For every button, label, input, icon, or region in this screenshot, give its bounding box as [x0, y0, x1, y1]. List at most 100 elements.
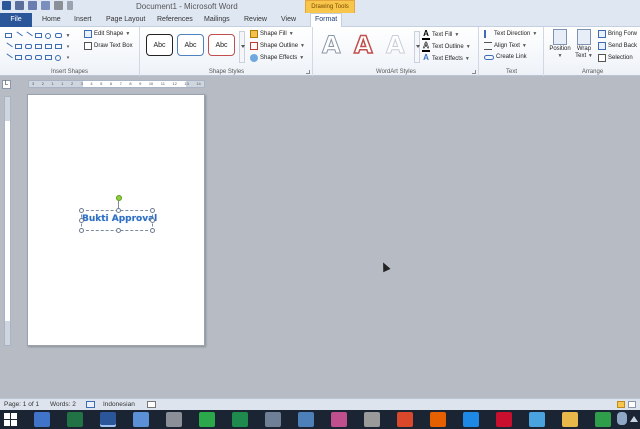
shape-star[interactable]	[53, 52, 63, 63]
resize-handle-top-left[interactable]	[79, 208, 84, 213]
tab-format[interactable]: Format	[310, 13, 343, 27]
wordart-gallery-scroll[interactable]	[414, 31, 420, 63]
shape-rectangle[interactable]	[3, 30, 13, 41]
resize-handle-bottom[interactable]	[116, 228, 121, 233]
shape-outline-button[interactable]: Shape Outline ▼	[250, 42, 305, 50]
shape-arrow-right[interactable]	[43, 41, 53, 52]
word-app-icon[interactable]	[2, 1, 11, 10]
shape-rect-2[interactable]	[33, 30, 43, 41]
rotation-handle[interactable]	[116, 195, 122, 201]
shape-flow[interactable]	[53, 41, 63, 52]
show-hidden-icons-icon[interactable]	[630, 416, 638, 422]
undo-icon[interactable]	[28, 1, 37, 10]
selection-pane-button[interactable]: Selection	[598, 54, 633, 62]
app-monitor[interactable]	[298, 412, 314, 427]
shape-style-black[interactable]: Abc	[146, 34, 173, 56]
shape-bracket[interactable]	[13, 52, 23, 63]
app-gray[interactable]	[166, 412, 182, 427]
shape-elbow[interactable]	[3, 41, 13, 52]
shape-curve[interactable]	[23, 41, 33, 52]
app-photos[interactable]	[529, 412, 545, 427]
shape-freeform[interactable]	[3, 52, 13, 63]
camtasia-app[interactable]	[199, 412, 215, 427]
wordart-style-red[interactable]: A	[353, 31, 373, 59]
shape-style-blue[interactable]: Abc	[177, 34, 204, 56]
text-fill-button[interactable]: A Text Fill ▼	[422, 30, 459, 40]
shape-left-brace[interactable]	[23, 52, 33, 63]
text-effects-button[interactable]: A Text Effects ▼	[422, 54, 470, 64]
resize-handle-left[interactable]	[79, 218, 84, 223]
document-page[interactable]: Bukti Approval	[27, 94, 205, 346]
macro-recording-icon[interactable]	[147, 401, 156, 408]
resize-handle-bottom-right[interactable]	[150, 228, 155, 233]
resize-handle-bottom-left[interactable]	[79, 228, 84, 233]
shape-circle[interactable]	[43, 30, 53, 41]
wordart-text[interactable]: Bukti Approval	[82, 214, 157, 224]
tab-page-layout[interactable]: Page Layout	[102, 14, 149, 27]
firefox-app[interactable]	[430, 412, 446, 427]
tab-references[interactable]: References	[153, 14, 197, 27]
full-screen-view-icon[interactable]	[628, 401, 636, 408]
app-chess[interactable]	[364, 412, 380, 427]
shapes-more[interactable]: ▼	[63, 30, 73, 41]
shape-arrow[interactable]	[23, 30, 33, 41]
shape-line[interactable]	[13, 30, 23, 41]
windows-explorer-app[interactable]	[34, 412, 50, 427]
start-button[interactable]	[4, 413, 18, 427]
wrap-text-button[interactable]: Wrap Text ▼	[573, 29, 595, 60]
tab-mailings[interactable]: Mailings	[200, 14, 234, 27]
tab-view[interactable]: View	[277, 14, 300, 27]
language[interactable]: Indonesian	[103, 401, 135, 408]
file-explorer-app[interactable]	[562, 412, 578, 427]
align-text-button[interactable]: Align Text ▼	[484, 42, 527, 50]
resize-handle-top-right[interactable]	[150, 208, 155, 213]
wordart-style-outline[interactable]: A	[322, 32, 342, 59]
shape-triangle[interactable]	[13, 41, 23, 52]
shape-right-brace[interactable]	[33, 52, 43, 63]
edit-shape-button[interactable]: Edit Shape ▼	[84, 30, 130, 38]
shape-effects-button[interactable]: Shape Effects ▼	[250, 54, 304, 62]
shape-fill-button[interactable]: Shape Fill ▼	[250, 30, 294, 38]
tab-home[interactable]: Home	[38, 14, 65, 27]
text-outline-button[interactable]: A Text Outline ▼	[422, 41, 471, 52]
shape-expand[interactable]: ▾	[63, 52, 73, 63]
app-blue-tile[interactable]	[133, 412, 149, 427]
chrome-app[interactable]	[397, 412, 413, 427]
camtasia-recorder-app[interactable]	[595, 412, 611, 427]
vertical-ruler[interactable]	[4, 96, 11, 346]
app-green-frame[interactable]	[232, 412, 248, 427]
shape-style-red[interactable]: Abc	[208, 34, 235, 56]
print-layout-view-icon[interactable]	[617, 401, 625, 408]
app-colorful[interactable]	[331, 412, 347, 427]
send-backward-button[interactable]: Send Back	[598, 42, 637, 50]
word-app[interactable]	[100, 412, 116, 427]
horizontal-ruler[interactable]: 3 2 1 1 2 3 4 5 6 7 8 9 10 11 12 13 14	[28, 80, 205, 88]
tab-file[interactable]: File	[0, 13, 32, 27]
word-count[interactable]: Words: 2	[50, 401, 76, 408]
text-direction-button[interactable]: Text Direction ▼	[484, 30, 537, 38]
proofing-icon[interactable]	[86, 401, 95, 408]
internet-explorer-app[interactable]	[463, 412, 479, 427]
save-icon[interactable]	[15, 1, 24, 10]
tab-review[interactable]: Review	[240, 14, 271, 27]
page-count[interactable]: Page: 1 of 1	[4, 401, 39, 408]
shape-brace[interactable]	[33, 41, 43, 52]
opera-app[interactable]	[496, 412, 512, 427]
cloud-icon[interactable]	[617, 412, 627, 425]
print-preview-icon[interactable]	[54, 1, 63, 10]
app-slate[interactable]	[265, 412, 281, 427]
shape-callout[interactable]	[43, 52, 53, 63]
customize-toolbar-icon[interactable]	[67, 1, 73, 10]
shape-styles-dialog-launcher[interactable]	[306, 70, 310, 74]
resize-handle-top[interactable]	[116, 208, 121, 213]
draw-text-box-button[interactable]: Draw Text Box	[84, 42, 133, 50]
bring-forward-button[interactable]: Bring Forw	[598, 30, 637, 38]
excel-app[interactable]	[67, 412, 83, 427]
redo-icon[interactable]	[41, 1, 50, 10]
tab-selector[interactable]: L	[2, 80, 11, 89]
position-button[interactable]: Position ▼	[548, 29, 572, 60]
resize-handle-right[interactable]	[150, 218, 155, 223]
create-link-button[interactable]: Create Link	[484, 54, 527, 60]
tab-insert[interactable]: Insert	[70, 14, 96, 27]
shape-styles-gallery-scroll[interactable]	[239, 31, 245, 63]
